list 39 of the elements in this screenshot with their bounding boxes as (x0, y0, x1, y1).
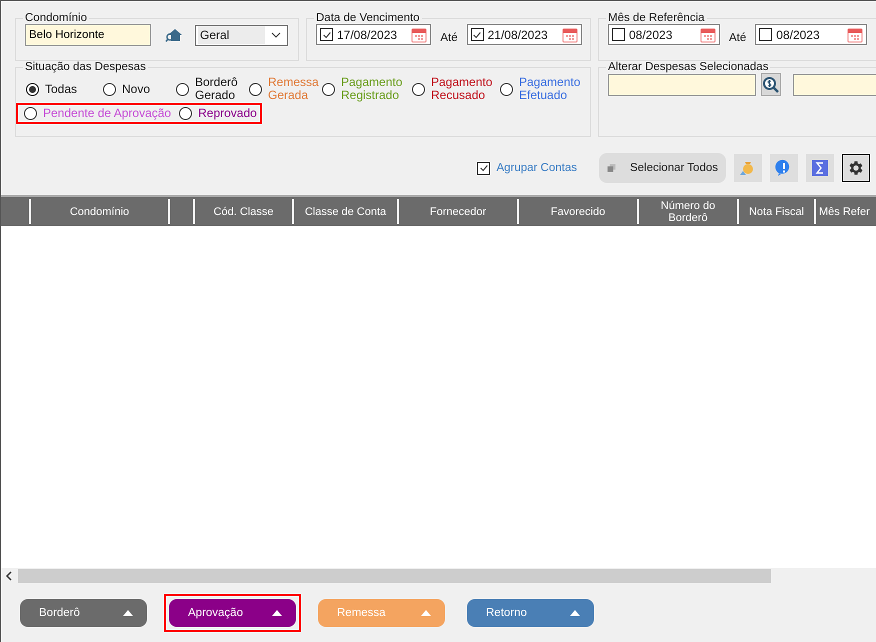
date-field[interactable]: 21/08/2023 (466, 24, 582, 45)
column-header[interactable]: Condomínio (31, 199, 170, 224)
group-title: Condomínio (24, 12, 88, 24)
menu-button[interactable]: Aprovação (169, 598, 296, 626)
group-title: Alterar Despesas Selecionadas (607, 61, 770, 73)
column-header[interactable]: Cód. Classe (195, 199, 294, 224)
radio-option[interactable]: Novo (103, 82, 176, 96)
group-title: Situação das Despesas (24, 61, 147, 73)
radio-option[interactable]: Todas (26, 82, 103, 96)
date-field[interactable]: 17/08/2023 (316, 24, 432, 45)
date-value: 21/08/2023 (488, 28, 549, 42)
select-all-button[interactable]: Selecionar Todos (599, 153, 726, 183)
group-title: Mês de Referência (607, 12, 706, 24)
radio-option[interactable]: Reprovado (179, 107, 257, 120)
radio-option[interactable]: Pagamento Registrado (322, 76, 412, 102)
menu-button[interactable]: Retorno (467, 598, 594, 626)
date-field[interactable]: 08/2023 (755, 24, 868, 45)
condominio-field[interactable]: Belo Horizonte (25, 24, 151, 46)
column-header[interactable]: Número do Borderô (639, 199, 739, 224)
column-header[interactable]: Fornecedor (399, 199, 519, 224)
radio-option[interactable]: Pendente de Aprovação (24, 107, 172, 120)
column-header[interactable]: Classe de Conta (294, 199, 399, 224)
group-title: Data de Vencimento (315, 13, 421, 24)
column-header[interactable]: Favorecido (519, 199, 639, 224)
date-value: 08/2023 (776, 28, 821, 42)
radio-option[interactable]: Pagamento Recusado (412, 76, 500, 102)
menu-button[interactable]: Borderô (20, 598, 147, 626)
column-header[interactable]: Mês Refer (816, 199, 876, 224)
radio-option[interactable]: Borderô Gerado (176, 76, 249, 102)
type-dropdown[interactable]: Geral (195, 24, 288, 46)
until-label: Até (729, 32, 746, 44)
date-field[interactable]: 08/2023 (608, 24, 720, 45)
radio-option[interactable]: Pagamento Efetuado (500, 76, 580, 102)
until-label: Até (440, 32, 458, 44)
column-header[interactable]: Nota Fiscal (739, 199, 816, 224)
date-value: 08/2023 (629, 28, 674, 42)
date-value: 17/08/2023 (337, 28, 398, 42)
checkbox-label[interactable]: Agrupar Contas (496, 162, 577, 174)
group-accounts-checkbox[interactable]: Agrupar Contas (477, 162, 577, 174)
